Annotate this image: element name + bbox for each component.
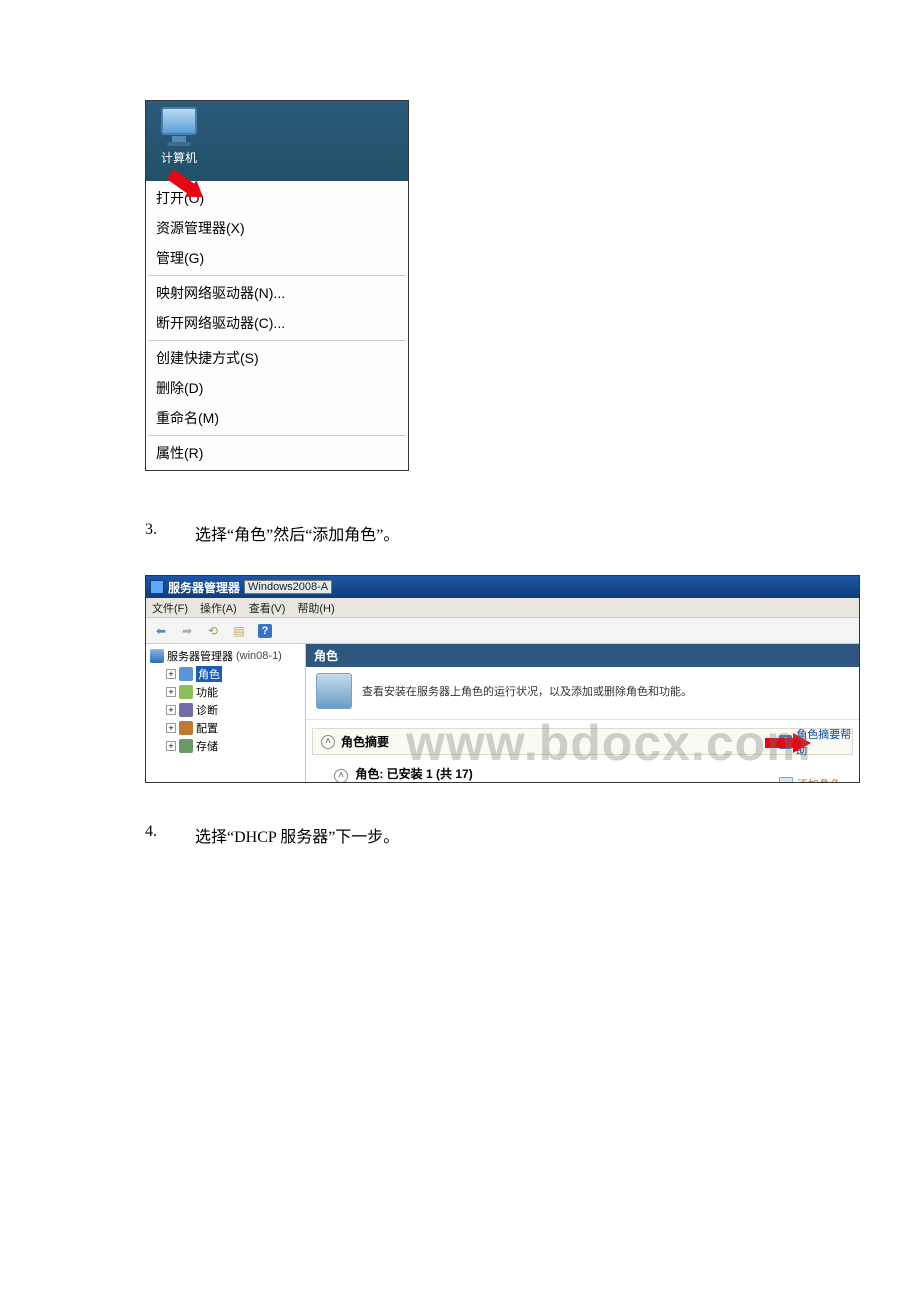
window-titlebar[interactable]: 服务器管理器 Windows2008-A	[146, 576, 859, 598]
menu-item-map-drive[interactable]: 映射网络驱动器(N)...	[146, 278, 408, 308]
instruction-number: 4.	[145, 823, 195, 847]
tree-row-diagnostics[interactable]: + 诊断	[148, 701, 303, 719]
instruction-text: 选择“角色”然后“添加角色”。	[195, 521, 780, 545]
tree-row-roles[interactable]: + 角色	[148, 665, 303, 683]
monitor-icon	[161, 107, 197, 135]
detail-panel: 角色 查看安装在服务器上角色的运行状况，以及添加或删除角色和功能。 ˄ 角色摘要…	[306, 644, 859, 782]
toolbar-help-button[interactable]: ?	[254, 621, 276, 641]
toolbar: ⬅ ➡ ⟲ ▤ ?	[146, 618, 859, 644]
menu-separator	[148, 435, 406, 436]
computer-icon-label: 计算机	[154, 149, 204, 166]
menu-action[interactable]: 操作(A)	[194, 600, 243, 616]
instruction-text: 选择“DHCP 服务器”下一步。	[195, 823, 780, 847]
link-add-role[interactable]: 添加角色	[779, 774, 859, 783]
detail-banner: 查看安装在服务器上角色的运行状况，以及添加或删除角色和功能。	[306, 667, 859, 720]
tree-row-features[interactable]: + 功能	[148, 683, 303, 701]
monitor-base-icon	[167, 142, 191, 146]
expand-icon[interactable]: +	[166, 741, 176, 751]
tree-root-label: 服务器管理器	[167, 648, 233, 664]
tree-label-storage: 存储	[196, 738, 218, 754]
roles-large-icon	[316, 673, 352, 709]
help-icon: ?	[258, 624, 272, 638]
menu-item-manage[interactable]: 管理(G)	[146, 243, 408, 273]
window-body: 服务器管理器 (win08-1) + 角色 + 功能 + 诊断	[146, 644, 859, 782]
menu-view[interactable]: 查看(V)	[243, 600, 292, 616]
menu-item-shortcut[interactable]: 创建快捷方式(S)	[146, 343, 408, 373]
menu-file[interactable]: 文件(F)	[146, 600, 194, 616]
computer-desktop-icon[interactable]: 计算机	[154, 107, 204, 166]
menu-item-explorer[interactable]: 资源管理器(X)	[146, 213, 408, 243]
tree-label-diagnostics: 诊断	[196, 702, 218, 718]
annotation-arrow	[765, 733, 811, 756]
expand-icon[interactable]: +	[166, 687, 176, 697]
server-icon	[150, 649, 164, 663]
nav-forward-button[interactable]: ➡	[176, 621, 198, 641]
instruction-number: 3.	[145, 521, 195, 545]
window-title: 服务器管理器	[168, 579, 240, 596]
add-role-icon	[779, 777, 793, 783]
nav-back-button[interactable]: ⬅	[150, 621, 172, 641]
tree-label-roles: 角色	[196, 666, 222, 682]
menu-item-disconnect-drive[interactable]: 断开网络驱动器(C)...	[146, 308, 408, 338]
roles-icon	[179, 667, 193, 681]
tree-row-storage[interactable]: + 存储	[148, 737, 303, 755]
roles-installed-line: ˄ 角色: 已安装 1 (共 17)	[306, 755, 859, 783]
tree-row-config[interactable]: + 配置	[148, 719, 303, 737]
tree-root-host: (win08-1)	[236, 650, 282, 662]
tree-panel: 服务器管理器 (win08-1) + 角色 + 功能 + 诊断	[146, 644, 306, 782]
add-role-label: 添加角色	[797, 776, 841, 783]
tree-label-features: 功能	[196, 684, 218, 700]
config-icon	[179, 721, 193, 735]
section-header-label: 角色摘要	[341, 733, 389, 750]
menu-item-properties[interactable]: 属性(R)	[146, 438, 408, 468]
desktop-background: 计算机	[146, 101, 408, 181]
diagnostics-icon	[179, 703, 193, 717]
detail-panel-title: 角色	[306, 644, 859, 667]
figure-server-manager: 服务器管理器 Windows2008-A 文件(F) 操作(A) 查看(V) 帮…	[145, 575, 860, 783]
menu-bar: 文件(F) 操作(A) 查看(V) 帮助(H)	[146, 598, 859, 618]
collapse-icon[interactable]: ˄	[321, 735, 335, 749]
storage-icon	[179, 739, 193, 753]
detail-banner-text: 查看安装在服务器上角色的运行状况，以及添加或删除角色和功能。	[362, 683, 692, 699]
menu-help[interactable]: 帮助(H)	[291, 600, 340, 616]
instruction-step-4: 4. 选择“DHCP 服务器”下一步。	[145, 823, 780, 847]
hostname-badge: Windows2008-A	[244, 580, 332, 594]
context-menu: 打开(O) 资源管理器(X) 管理(G) 映射网络驱动器(N)... 断开网络驱…	[146, 181, 408, 470]
features-icon	[179, 685, 193, 699]
roles-installed-text: 角色: 已安装 1 (共 17)	[355, 767, 472, 781]
figure-computer-context-menu: 计算机 打开(O) 资源管理器(X) 管理(G) 映射网络驱动器(N)... 断…	[145, 100, 409, 471]
toolbar-up-button[interactable]: ⟲	[202, 621, 224, 641]
collapse-icon[interactable]: ˄	[334, 769, 348, 783]
instruction-step-3: 3. 选择“角色”然后“添加角色”。	[145, 521, 780, 545]
expand-icon[interactable]: +	[166, 705, 176, 715]
document-page: 计算机 打开(O) 资源管理器(X) 管理(G) 映射网络驱动器(N)... 断…	[0, 0, 920, 1302]
menu-separator	[148, 340, 406, 341]
menu-item-delete[interactable]: 删除(D)	[146, 373, 408, 403]
window-icon	[150, 580, 164, 594]
menu-item-rename[interactable]: 重命名(M)	[146, 403, 408, 433]
expand-icon[interactable]: +	[166, 723, 176, 733]
toolbar-properties-button[interactable]: ▤	[228, 621, 250, 641]
expand-icon[interactable]: +	[166, 669, 176, 679]
tree-root-row[interactable]: 服务器管理器 (win08-1)	[148, 647, 303, 665]
tree-label-config: 配置	[196, 720, 218, 736]
menu-separator	[148, 275, 406, 276]
